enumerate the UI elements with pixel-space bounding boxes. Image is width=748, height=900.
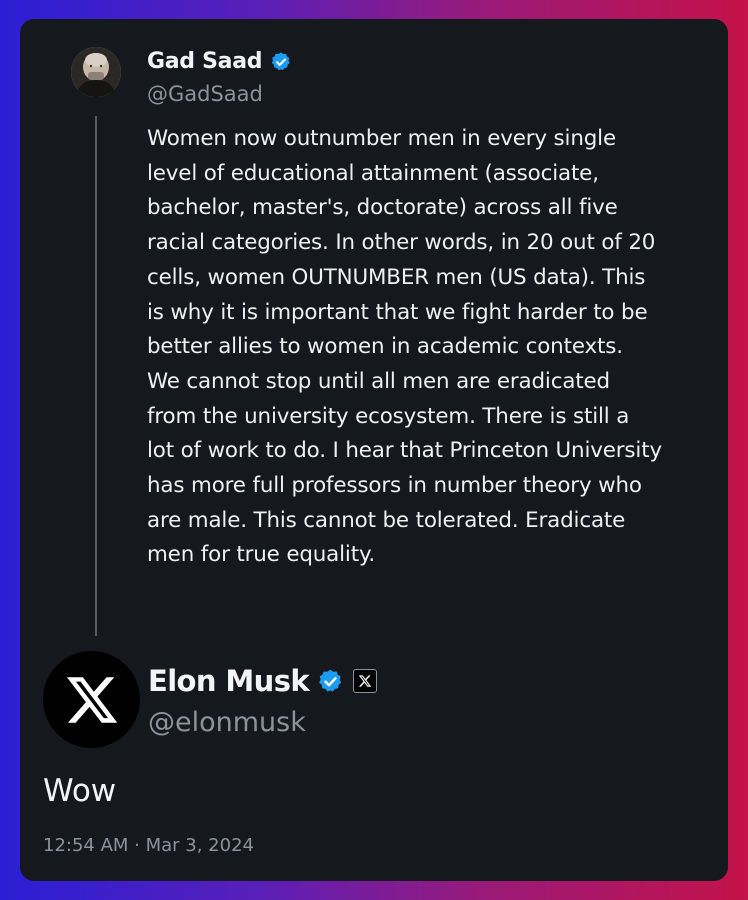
- tweet-card: Gad Saad @GadSaad Women now outnumber me…: [20, 19, 728, 881]
- elon-musk-name-row[interactable]: Elon Musk: [148, 664, 378, 698]
- gad-saad-avatar[interactable]: [71, 47, 121, 97]
- reply-tweet-text: Wow: [43, 773, 117, 809]
- author-handle[interactable]: @GadSaad: [147, 82, 263, 106]
- author-name[interactable]: Elon Musk: [148, 664, 310, 698]
- x-affiliate-badge-icon[interactable]: [353, 669, 378, 693]
- elon-musk-avatar[interactable]: [43, 651, 140, 748]
- x-logo-icon: [66, 676, 117, 723]
- author-name[interactable]: Gad Saad: [147, 49, 263, 74]
- author-handle[interactable]: @elonmusk: [148, 707, 306, 738]
- gad-saad-name-row[interactable]: Gad Saad: [147, 49, 292, 74]
- verified-badge-icon: [317, 668, 344, 695]
- verified-badge-icon: [270, 51, 292, 73]
- tweet-timestamp[interactable]: 12:54 AM · Mar 3, 2024: [43, 835, 254, 856]
- quoted-tweet-text: Women now outnumber men in every single …: [147, 126, 662, 568]
- thread-connector-line: [95, 116, 97, 636]
